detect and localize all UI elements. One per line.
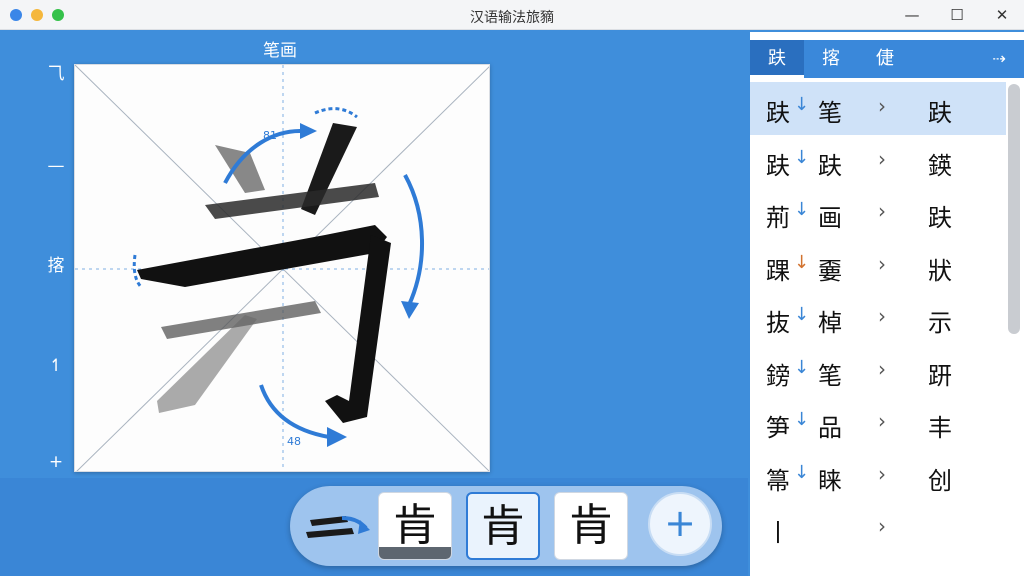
list-item-result: 趺: [928, 204, 952, 232]
character-list-panel: 趺 揢 倢 ⇢ 趺 ↓ 笔 › 趺 趺 ↓ 趺 › 鍈 荊 ↓ 画 › 趺 踝 …: [750, 32, 1024, 576]
list-item-char: 荊: [766, 204, 790, 232]
list-item-stroke: 画: [818, 204, 842, 232]
list-item-char: 趺: [766, 99, 790, 127]
list-item-stroke: 趺: [818, 151, 842, 180]
list-item[interactable]: 箒 ↓ 睐 › 创: [750, 450, 1006, 503]
list-item-stroke: 棹: [818, 309, 842, 337]
list-item[interactable]: 笋 ↓ 品 › 丰: [750, 397, 1006, 450]
add-button[interactable]: +: [648, 492, 712, 556]
close-button[interactable]: ✕: [991, 4, 1013, 26]
list-item[interactable]: 踝 ↓ 嫑 › 狀: [750, 240, 1006, 293]
horizontal-stroke-icon[interactable]: —: [40, 152, 72, 180]
thumbnail-3-char: 肯: [569, 500, 613, 551]
stroke-number-2: 48: [287, 435, 301, 448]
tab-3[interactable]: 倢: [858, 40, 912, 78]
chevron-right-icon: ›: [878, 251, 886, 276]
chevron-right-icon: ›: [878, 304, 886, 328]
list-item[interactable]: 丨 ›: [750, 502, 1006, 555]
thumbnail-3[interactable]: 肯: [554, 492, 628, 560]
down-arrow-icon: ↓: [794, 251, 810, 273]
list-item-char: 箒: [766, 466, 790, 495]
window-title: 汉语输法旅豴: [470, 10, 554, 26]
hook-stroke-icon[interactable]: ⺄: [40, 60, 72, 88]
list-item-char: 抜: [766, 309, 790, 337]
down-arrow-icon: ↓: [794, 304, 810, 325]
tab-bar: 趺 揢 倢 ⇢: [750, 40, 1024, 78]
list-item[interactable]: 趺 ↓ 趺 › 鍈: [750, 135, 1006, 188]
thumbnail-1-progress: [379, 547, 451, 559]
title-bar: 汉语输法旅豴 — ☐ ✕: [0, 0, 1024, 30]
list-item-stroke: 笔: [818, 361, 842, 390]
list-item-char: 笋: [766, 414, 790, 442]
list-item[interactable]: 鎊 ↓ 笔 › 趼: [750, 345, 1006, 398]
tab-1[interactable]: 趺: [750, 40, 804, 78]
brush-character: 81 48: [132, 107, 424, 448]
list-item[interactable]: 荊 ↓ 画 › 趺: [750, 187, 1006, 240]
minimize-button[interactable]: —: [901, 4, 923, 26]
chevron-right-icon: ›: [878, 94, 886, 118]
tab-2[interactable]: 揢: [804, 40, 858, 78]
list-item-stroke: 睐: [818, 466, 842, 495]
down-arrow-icon: ↓: [794, 199, 810, 220]
list-item[interactable]: 趺 ↓ 笔 › 趺: [750, 82, 1006, 135]
canvas-panel-title: 笔画: [263, 41, 297, 61]
thumbnail-1-char: 肯: [393, 500, 437, 551]
list-item-char: 趺: [766, 151, 790, 180]
list-item-result: 趺: [928, 99, 952, 127]
list-scrollbar[interactable]: [1008, 84, 1020, 334]
stroke-play-icon[interactable]: [302, 500, 370, 550]
list-item[interactable]: 抜 ↓ 棹 › 示: [750, 292, 1006, 345]
writing-canvas[interactable]: 81 48: [74, 64, 490, 472]
down-arrow-icon: ↓: [794, 409, 810, 430]
char-stroke-icon[interactable]: 揢: [40, 252, 72, 280]
list-item-result: 创: [928, 466, 952, 495]
list-item-result: 趼: [928, 361, 952, 390]
list-item-char: 踝: [766, 256, 790, 285]
character-list: 趺 ↓ 笔 › 趺 趺 ↓ 趺 › 鍈 荊 ↓ 画 › 趺 踝 ↓ 嫑 › 狀: [750, 82, 1006, 555]
thumbnail-2[interactable]: 肯: [466, 492, 540, 560]
list-item-char: 鎊: [766, 361, 790, 390]
list-item-stroke: 笔: [818, 99, 842, 127]
down-arrow-icon: ↓: [794, 356, 810, 378]
thumbnail-1[interactable]: 肯: [378, 492, 452, 560]
list-item-result: 鍈: [928, 151, 952, 180]
vertical-hook-icon[interactable]: ↿: [40, 352, 72, 380]
list-item-char: 丨: [766, 519, 790, 547]
down-arrow-icon: ↓: [794, 94, 810, 115]
maximize-button[interactable]: ☐: [946, 4, 968, 26]
chevron-right-icon: ›: [878, 514, 886, 538]
chevron-right-icon: ›: [878, 199, 886, 223]
thumbnail-2-char: 肯: [481, 501, 525, 552]
list-item-result: 狀: [928, 256, 952, 285]
down-arrow-icon: ↓: [794, 146, 810, 168]
add-icon: +: [664, 501, 696, 545]
list-item-result: 丰: [928, 414, 952, 442]
swap-arrow-icon[interactable]: ⇢: [984, 48, 1014, 70]
chevron-right-icon: ›: [878, 146, 886, 171]
list-item-stroke: 嫑: [818, 256, 842, 285]
list-item-result: 示: [928, 309, 952, 337]
stroke-number-1: 81: [263, 129, 277, 142]
chevron-right-icon: ›: [878, 461, 886, 486]
chevron-right-icon: ›: [878, 356, 886, 381]
list-item-stroke: 品: [818, 414, 842, 442]
chevron-right-icon: ›: [878, 409, 886, 433]
down-arrow-icon: ↓: [794, 461, 810, 483]
plus-stroke-icon[interactable]: +: [40, 448, 72, 476]
